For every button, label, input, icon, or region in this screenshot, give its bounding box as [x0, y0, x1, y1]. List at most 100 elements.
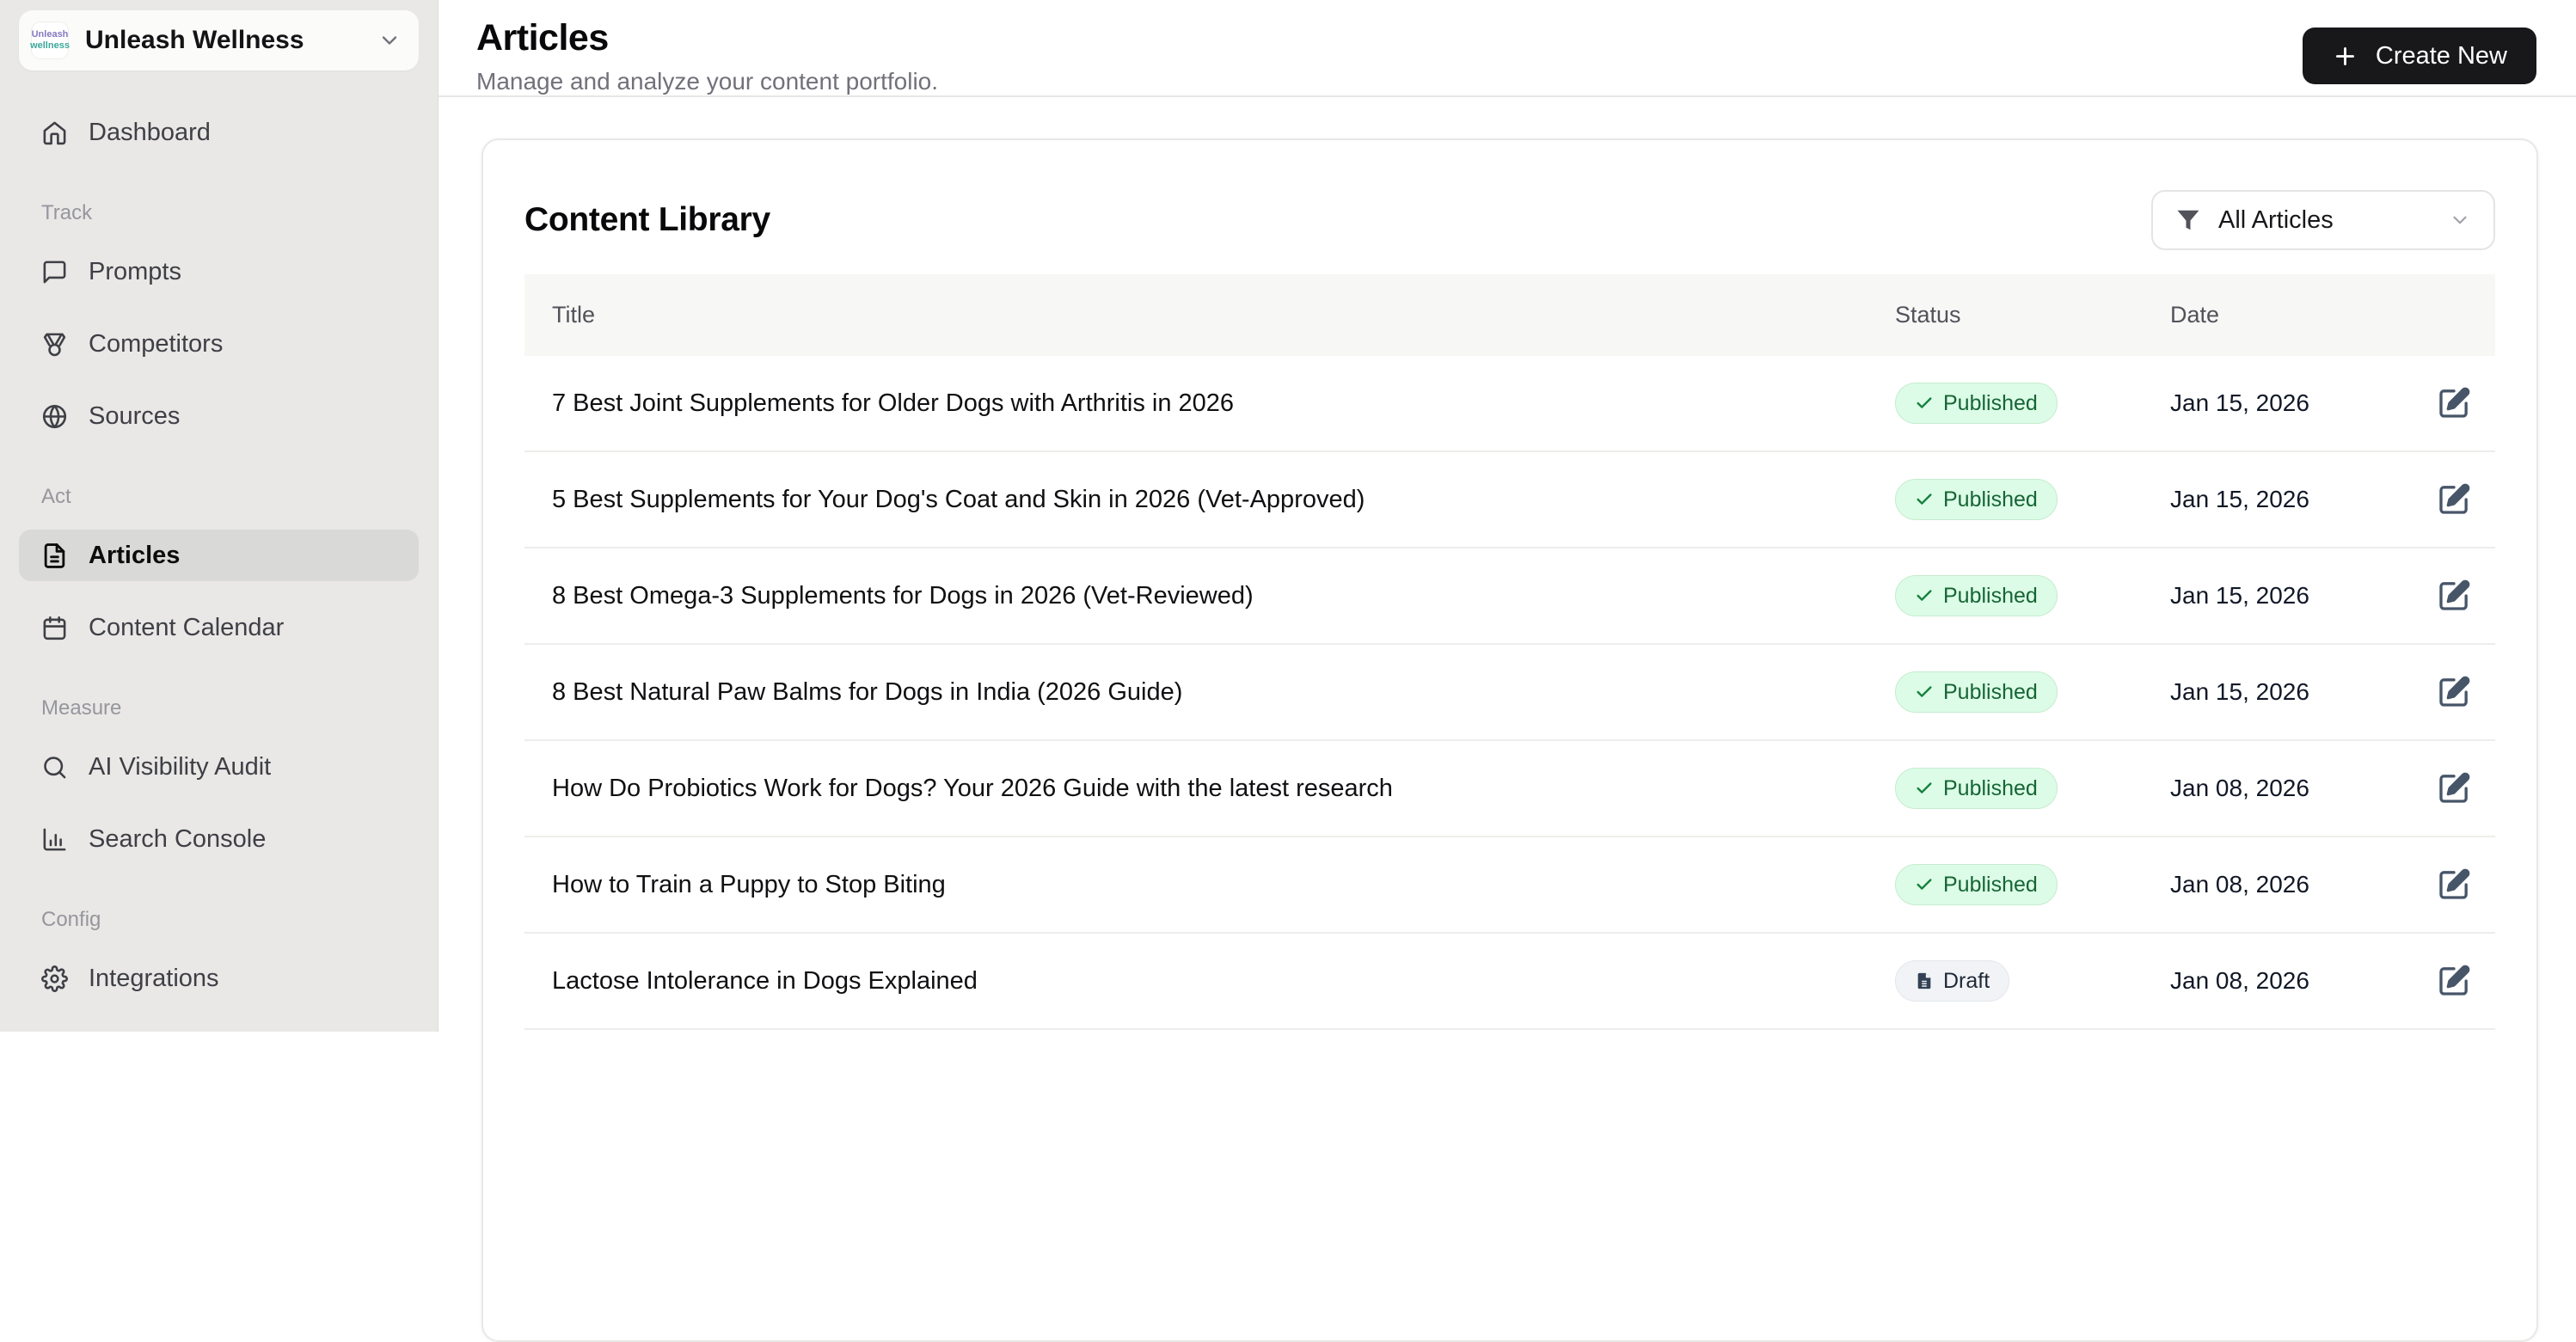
- status-cell: Published: [1895, 768, 2170, 810]
- status-cell: Published: [1895, 479, 2170, 521]
- check-icon: [1915, 490, 1934, 509]
- articles-table: Title Status Date 7 Best Joint Supplemen…: [524, 274, 2495, 1031]
- home-icon: [41, 119, 68, 146]
- article-date: Jan 15, 2026: [2170, 582, 2309, 610]
- edit-article-button[interactable]: [2437, 579, 2471, 613]
- nav-section-label: Track: [41, 201, 93, 224]
- edit-icon: [2437, 482, 2471, 517]
- sidebar-item-label: Content Calendar: [89, 613, 285, 641]
- article-title: 8 Best Natural Paw Balms for Dogs in Ind…: [552, 677, 1183, 706]
- card-header: Content Library All Articles: [524, 190, 2495, 251]
- create-new-button[interactable]: Create New: [2302, 28, 2536, 84]
- edit-icon: [2437, 675, 2471, 709]
- sidebar-item-articles[interactable]: Articles: [19, 530, 419, 581]
- check-icon: [1915, 779, 1934, 798]
- table-row[interactable]: How to Train a Puppy to Stop Biting Publi…: [524, 837, 2495, 934]
- workspace-name: Unleash Wellness: [85, 26, 304, 54]
- settings-icon: [41, 965, 68, 992]
- status-label: Published: [1943, 583, 2038, 608]
- article-title: 8 Best Omega-3 Supplements for Dogs in 2…: [552, 581, 1254, 610]
- main-area: Articles Manage and analyze your content…: [439, 0, 2576, 1342]
- edit-article-button[interactable]: [2437, 675, 2471, 709]
- edit-article-button[interactable]: [2437, 964, 2471, 998]
- edit-icon: [2437, 579, 2471, 613]
- check-icon: [1915, 394, 1934, 413]
- check-icon: [1915, 586, 1934, 605]
- status-label: Published: [1943, 679, 2038, 704]
- article-date: Jan 08, 2026: [2170, 871, 2309, 898]
- status-cell: Published: [1895, 671, 2170, 714]
- article-date: Jan 08, 2026: [2170, 967, 2309, 995]
- edit-icon: [2437, 867, 2471, 902]
- sidebar: Unleash wellness Unleash Wellness Dashbo…: [0, 0, 439, 1032]
- status-badge: Published: [1895, 864, 2058, 906]
- nav-section-label: Act: [41, 485, 71, 508]
- article-title: How to Train a Puppy to Stop Biting: [552, 870, 946, 898]
- check-icon: [1915, 683, 1934, 702]
- status-badge: Published: [1895, 575, 2058, 617]
- status-badge: Draft: [1895, 960, 2010, 1002]
- article-filter-dropdown[interactable]: All Articles: [2151, 190, 2495, 251]
- card-title: Content Library: [524, 201, 770, 239]
- table-body: 7 Best Joint Supplements for Older Dogs …: [524, 356, 2495, 1031]
- status-badge: Published: [1895, 479, 2058, 521]
- sidebar-item-content-calendar[interactable]: Content Calendar: [19, 602, 419, 653]
- medal-icon: [41, 331, 68, 358]
- draft-file-icon: [1915, 971, 1934, 990]
- sidebar-item-competitors[interactable]: Competitors: [19, 318, 419, 370]
- table-row[interactable]: 7 Best Joint Supplements for Older Dogs …: [524, 356, 2495, 453]
- sidebar-item-label: Articles: [89, 541, 181, 569]
- edit-article-button[interactable]: [2437, 482, 2471, 517]
- nav-section-label: Config: [41, 908, 101, 931]
- status-label: Published: [1943, 390, 2038, 415]
- sidebar-item-label: Sources: [89, 401, 181, 430]
- sidebar-item-label: Search Console: [89, 824, 267, 853]
- workspace-logo-text-1: Unleash: [31, 29, 69, 40]
- nav-section-label: Measure: [41, 696, 122, 720]
- edit-article-button[interactable]: [2437, 867, 2471, 902]
- actions-cell: [2416, 771, 2495, 806]
- sidebar-item-ai-visibility-audit[interactable]: AI Visibility Audit: [19, 741, 419, 793]
- status-badge: Published: [1895, 383, 2058, 425]
- table-header-row: Title Status Date: [524, 274, 2495, 357]
- status-cell: Published: [1895, 864, 2170, 906]
- workspace-switcher[interactable]: Unleash wellness Unleash Wellness: [19, 10, 419, 70]
- table-row[interactable]: Lactose Intolerance in Dogs Explained Dra…: [524, 934, 2495, 1031]
- article-title: Lactose Intolerance in Dogs Explained: [552, 966, 978, 995]
- message-icon: [41, 259, 68, 285]
- sidebar-item-label: Integrations: [89, 964, 219, 992]
- sidebar-item-label: AI Visibility Audit: [89, 752, 272, 781]
- actions-cell: [2416, 386, 2495, 420]
- status-label: Published: [1943, 487, 2038, 512]
- table-row[interactable]: 8 Best Omega-3 Supplements for Dogs in 2…: [524, 548, 2495, 646]
- content-library-card: Content Library All Articles Title Statu…: [481, 138, 2538, 1342]
- status-cell: Published: [1895, 575, 2170, 617]
- status-badge: Published: [1895, 768, 2058, 810]
- edit-article-button[interactable]: [2437, 771, 2471, 806]
- filter-icon: [2175, 207, 2201, 233]
- sidebar-item-search-console[interactable]: Search Console: [19, 813, 419, 865]
- actions-cell: [2416, 675, 2495, 709]
- table-row[interactable]: 8 Best Natural Paw Balms for Dogs in Ind…: [524, 645, 2495, 742]
- edit-article-button[interactable]: [2437, 386, 2471, 420]
- table-row[interactable]: How Do Probiotics Work for Dogs? Your 20…: [524, 741, 2495, 838]
- sidebar-item-label: Competitors: [89, 329, 224, 358]
- sidebar-item-dashboard[interactable]: Dashboard: [19, 107, 419, 158]
- sidebar-item-sources[interactable]: Sources: [19, 390, 419, 442]
- status-label: Published: [1943, 775, 2038, 800]
- status-badge: Published: [1895, 671, 2058, 714]
- page-header: Articles Manage and analyze your content…: [439, 0, 2576, 98]
- article-date: Jan 15, 2026: [2170, 678, 2309, 706]
- column-header-date: Date: [2170, 302, 2220, 328]
- actions-cell: [2416, 482, 2495, 517]
- sidebar-item-label: Dashboard: [89, 118, 211, 146]
- sidebar-item-integrations[interactable]: Integrations: [19, 953, 419, 1004]
- create-new-label: Create New: [2375, 41, 2507, 70]
- actions-cell: [2416, 867, 2495, 902]
- table-row[interactable]: 5 Best Supplements for Your Dog's Coat a…: [524, 452, 2495, 549]
- edit-icon: [2437, 964, 2471, 998]
- sidebar-item-prompts[interactable]: Prompts: [19, 246, 419, 297]
- edit-icon: [2437, 386, 2471, 420]
- article-date: Jan 15, 2026: [2170, 389, 2309, 417]
- page-title: Articles: [476, 17, 609, 58]
